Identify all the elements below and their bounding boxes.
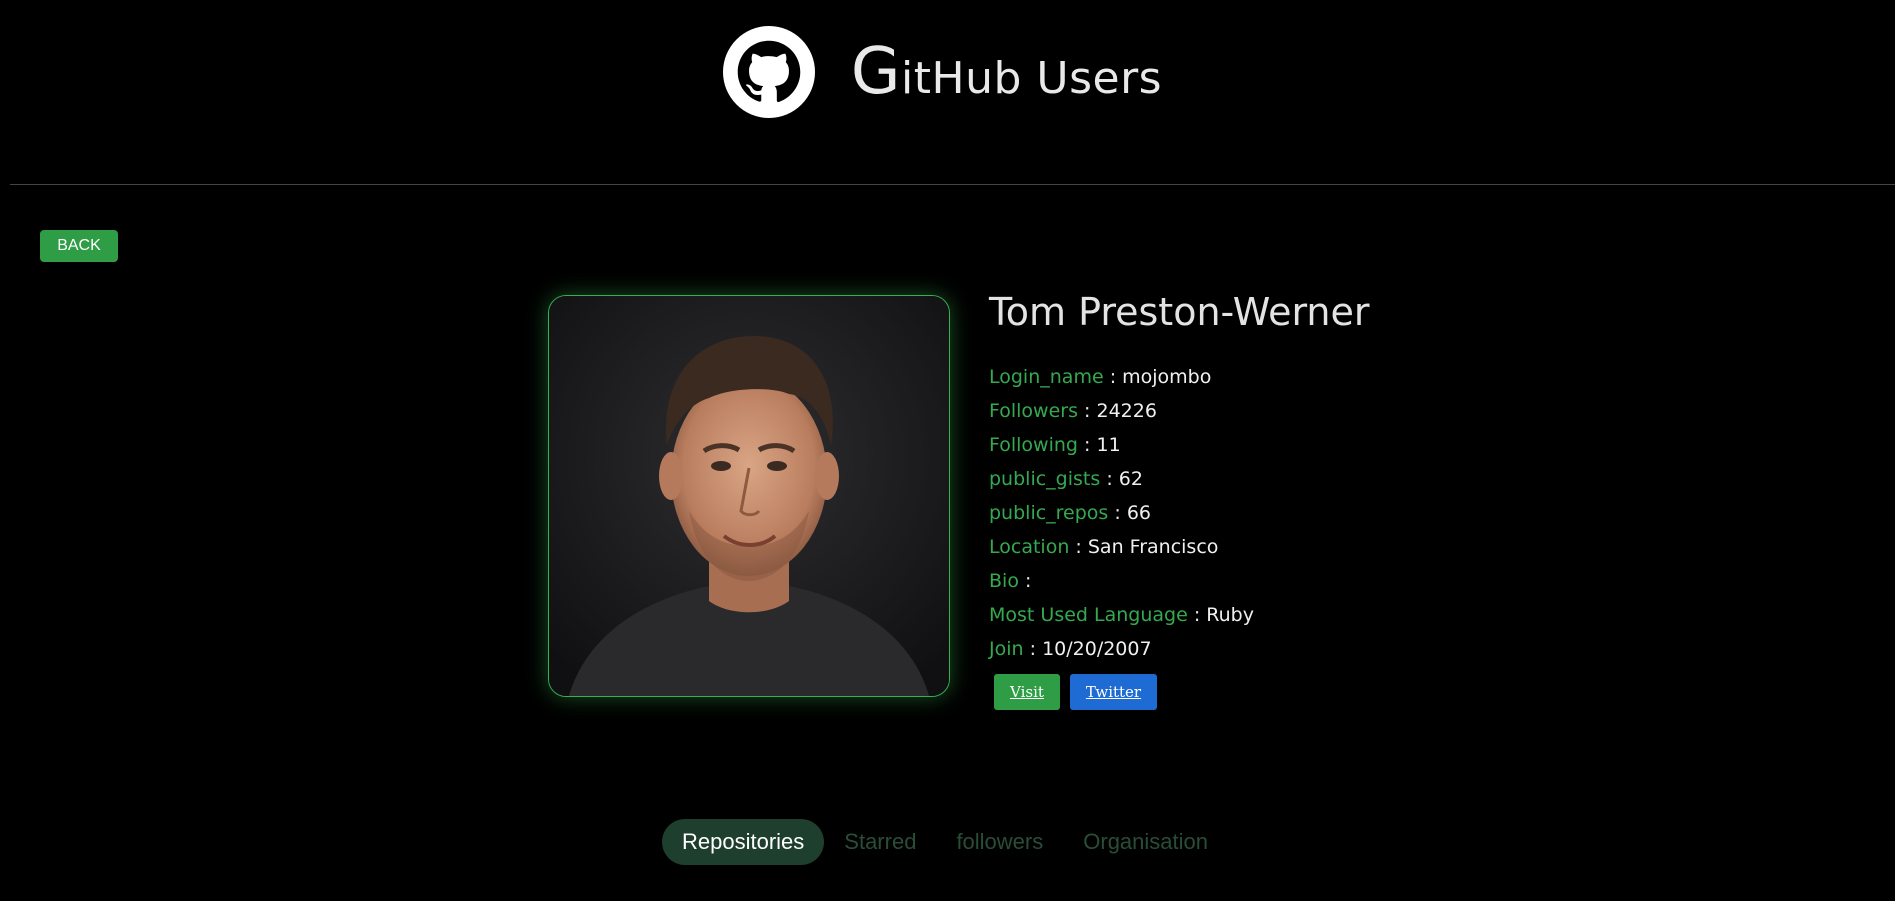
profile-info: Tom Preston-Werner Login_name : mojombo … bbox=[989, 290, 1369, 710]
app-title: GitHub Users bbox=[851, 35, 1162, 109]
app-title-rest: itHub Users bbox=[901, 53, 1163, 104]
tab-starred[interactable]: Starred bbox=[824, 819, 936, 865]
tab-organisation[interactable]: Organisation bbox=[1063, 819, 1228, 865]
user-avatar bbox=[548, 295, 950, 697]
field-separator: : bbox=[1025, 570, 1032, 592]
profile-name: Tom Preston-Werner bbox=[989, 290, 1370, 334]
field-key: Bio bbox=[989, 570, 1019, 592]
github-octocat-icon bbox=[722, 26, 815, 118]
field-value: mojombo bbox=[1122, 366, 1212, 388]
field-key: Location bbox=[989, 536, 1070, 558]
field-key: Most Used Language bbox=[989, 604, 1188, 626]
field-key: public_gists bbox=[989, 468, 1101, 490]
field-value: 66 bbox=[1126, 502, 1152, 524]
field-value: 10/20/2007 bbox=[1042, 638, 1152, 660]
field-separator: : bbox=[1075, 536, 1082, 558]
visit-button[interactable]: Visit bbox=[994, 674, 1060, 710]
field-value: San Francisco bbox=[1087, 536, 1219, 558]
app-header: GitHub Users bbox=[10, 0, 1895, 185]
field-separator: : bbox=[1029, 638, 1037, 660]
field-login-name: Login_name : mojombo bbox=[989, 360, 1369, 394]
field-location: Location : San Francisco bbox=[989, 530, 1369, 564]
field-public-repos: public_repos : 66 bbox=[989, 496, 1369, 530]
field-public-gists: public_gists : 62 bbox=[989, 462, 1369, 496]
field-key: Login_name bbox=[989, 366, 1104, 388]
avatar-portrait bbox=[549, 296, 949, 696]
field-followers: Followers : 24226 bbox=[989, 394, 1369, 428]
field-key: Followers bbox=[989, 400, 1078, 422]
field-value: 11 bbox=[1096, 434, 1121, 456]
field-separator: : bbox=[1084, 434, 1091, 456]
field-key: Following bbox=[989, 434, 1078, 456]
field-separator: : bbox=[1114, 502, 1121, 524]
field-separator: : bbox=[1084, 400, 1091, 422]
tab-followers[interactable]: followers bbox=[936, 819, 1063, 865]
profile-tabs: Repositories Starred followers Organisat… bbox=[662, 819, 1228, 865]
field-value: 24226 bbox=[1096, 400, 1157, 422]
profile-links: Visit Twitter bbox=[994, 674, 1369, 710]
twitter-button[interactable]: Twitter bbox=[1069, 674, 1158, 710]
field-value: Ruby bbox=[1206, 604, 1254, 626]
field-join: Join : 10/20/2007 bbox=[989, 632, 1369, 666]
app-title-initial: G bbox=[850, 35, 901, 109]
back-button[interactable]: BACK bbox=[40, 230, 118, 262]
field-value: 62 bbox=[1118, 468, 1143, 490]
field-following: Following : 11 bbox=[989, 428, 1369, 462]
field-separator: : bbox=[1106, 468, 1113, 490]
field-most-used-language: Most Used Language : Ruby bbox=[989, 598, 1369, 632]
field-separator: : bbox=[1193, 604, 1201, 626]
field-separator: : bbox=[1109, 366, 1117, 388]
tab-repositories[interactable]: Repositories bbox=[662, 819, 825, 865]
field-bio: Bio : bbox=[989, 564, 1369, 598]
field-key: Join bbox=[989, 638, 1024, 660]
field-key: public_repos bbox=[989, 502, 1109, 524]
